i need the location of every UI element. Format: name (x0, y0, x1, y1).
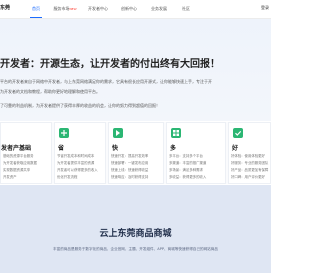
card-line: 开发资产 (3, 175, 17, 179)
mall-banner: 云上东莞商品商城 丰富的商品是服务于数字化的商品，企业官网、主题、开发组件、AP… (0, 185, 271, 273)
feature-card-foundation[interactable]: 发者产基础 基础的资源平台服务 为开发者获取应用数据 实现数据资源共享 开发资产 (0, 122, 52, 184)
card-line: 多渠道：丰富的推广渠道 (169, 161, 207, 165)
hero-title: 开发者：开源生态，让开发者的付出终有大回报！ (0, 59, 220, 70)
save-cost-icon (59, 128, 69, 138)
new-badge: NEW (69, 7, 77, 11)
card-line: 好口碑：用户评价更好 (231, 175, 265, 179)
nav-item-service-market[interactable]: 服务市场NEW (50, 0, 80, 18)
brand-logo-text[interactable]: 东莞 (0, 4, 10, 11)
card-line: 多收益：获得更多的收入 (169, 175, 207, 179)
card-title: 省 (58, 145, 65, 152)
hero-description-line: 为开发者的文档和教程，帮助你更好地理解和使用平台。 (0, 89, 100, 94)
card-line: 节省开发成本和时间成本 (57, 154, 95, 158)
hero-description-line: 了可靠的利益机制，为开发者提供了获得丰厚的收益的机会，让你的努力得到超值的回报！ (0, 103, 160, 108)
top-nav: 东莞 首页 服务市场NEW 开发者中心 创新中心 业务发展 社区 登录 (0, 0, 271, 19)
card-line: 好产品：品质更加有保障 (231, 168, 269, 172)
card-title: 好 (232, 145, 239, 152)
quality-badge-icon (233, 128, 243, 138)
card-title: 快 (112, 145, 119, 152)
nav-item-service-market-label: 服务市场 (53, 6, 70, 11)
feature-card-fast[interactable]: 快 快速开发：提高开发效率 快速部署：一键发布应用 快速上线：快速获得收益 快速… (108, 122, 164, 184)
hero-section: 开发者：开源生态，让开发者的付出终有大回报！ 平台的开发者来自于网络中开发者，与… (0, 19, 271, 121)
card-line: 为开发者获取应用数据 (3, 161, 37, 165)
fast-speed-icon (113, 128, 123, 138)
nav-item-developer-center[interactable]: 开发者中心 (84, 0, 112, 18)
login-link[interactable]: 登录 (261, 5, 269, 11)
card-title: 发者产基础 (1, 145, 32, 152)
card-line: 快速响应：及时获得支持 (111, 175, 149, 179)
nav-item-home[interactable]: 首页 (26, 0, 46, 18)
mall-subtitle: 丰富的商品是服务于数字化的商品，企业官网、主题、开发组件、APP、商城等快速获得… (53, 247, 218, 251)
card-title: 多 (170, 145, 177, 152)
nav-item-business[interactable]: 业务发展 (146, 0, 172, 18)
card-line: 多平台：支持多个平台 (169, 154, 203, 158)
nav-item-community[interactable]: 社区 (176, 0, 196, 18)
card-line: 为开发者提供丰富的资源 (57, 161, 95, 165)
feature-cards: 发者产基础 基础的资源平台服务 为开发者获取应用数据 实现数据资源共享 开发资产… (0, 122, 271, 184)
card-line: 好服务：专业的服务团队 (231, 161, 269, 165)
mall-title: 云上东莞商品商城 (99, 229, 172, 239)
card-line: 快速部署：一键发布应用 (111, 161, 149, 165)
feature-card-good[interactable]: 好 好体验：使用体验更好 好服务：专业的服务团队 好产品：品质更加有保障 好口碑… (228, 122, 271, 184)
card-line: 快速上线：快速获得收益 (111, 168, 149, 172)
card-line: 快速开发：提高开发效率 (111, 154, 149, 158)
feature-card-save[interactable]: 省 节省开发成本和时间成本 为开发者提供丰富的资源 开发者可以获得更多的收入 优… (54, 122, 106, 184)
card-line: 开发者可以获得更多的收入 (57, 168, 98, 172)
multi-platform-icon (171, 128, 181, 138)
card-line: 多场景：满足多种需求 (169, 168, 203, 172)
card-line: 实现数据资源共享 (3, 168, 31, 172)
card-line: 基础的资源平台服务 (3, 154, 34, 158)
card-line: 好体验：使用体验更好 (231, 154, 265, 158)
feature-card-many[interactable]: 多 多平台：支持多个平台 多渠道：丰富的推广渠道 多场景：满足多种需求 多收益：… (166, 122, 226, 184)
hero-description-line: 平台的开发者来自于网络中开发者，与上东莞网络满足你的需求，它具有很长应用开源式，… (0, 79, 212, 84)
nav-item-innovation-center[interactable]: 创新中心 (116, 0, 142, 18)
card-line: 优化开发流程 (57, 175, 78, 179)
